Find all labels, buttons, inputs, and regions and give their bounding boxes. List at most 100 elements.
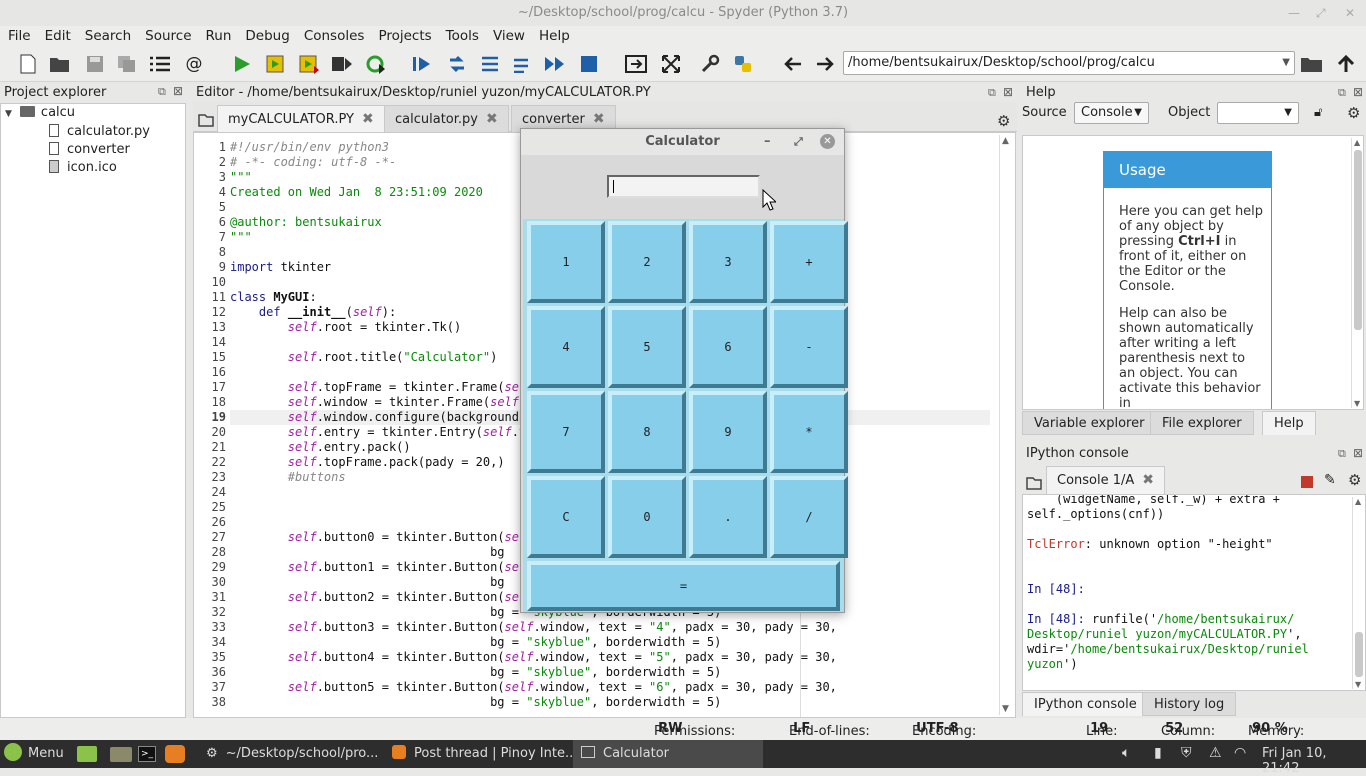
taskbar-item-firefox[interactable]: Post thread | Pinoy Inte...: [384, 740, 577, 768]
menu-projects[interactable]: Projects: [370, 26, 437, 46]
menu-edit[interactable]: Edit: [37, 26, 77, 46]
tab-console-1a[interactable]: Console 1/A ✖: [1046, 466, 1166, 494]
continue-icon[interactable]: [543, 53, 567, 75]
calc-button[interactable]: 5: [608, 306, 686, 388]
step-icon[interactable]: [445, 53, 469, 75]
volume-icon[interactable]: 🔈︎: [1122, 745, 1130, 761]
start-menu-button[interactable]: Menu: [4, 740, 64, 768]
close-tab-icon[interactable]: ✖: [593, 111, 605, 127]
run-cell-advance-icon[interactable]: [297, 53, 321, 75]
open-file-icon[interactable]: [48, 53, 72, 75]
calc-button[interactable]: 2: [608, 221, 686, 303]
chevron-down-icon[interactable]: ▼: [5, 109, 12, 119]
browse-tabs-icon[interactable]: [198, 113, 214, 131]
back-arrow-icon[interactable]: [781, 53, 805, 75]
calc-button[interactable]: /: [770, 476, 848, 558]
scroll-up-icon[interactable]: ▲: [1354, 138, 1360, 147]
chevron-down-icon[interactable]: ▼: [1284, 103, 1292, 123]
chevron-down-icon[interactable]: ▼: [1282, 52, 1290, 74]
menu-file[interactable]: File: [0, 26, 37, 46]
calc-button[interactable]: C: [527, 476, 605, 558]
rerun-icon[interactable]: [364, 53, 388, 75]
menu-tools[interactable]: Tools: [438, 26, 485, 46]
source-select[interactable]: Console ▼: [1074, 102, 1149, 124]
new-file-icon[interactable]: [16, 53, 40, 75]
close-pane-icon[interactable]: ⊠: [173, 84, 183, 98]
save-icon[interactable]: [83, 53, 107, 75]
close-tab-icon[interactable]: ✖: [362, 111, 374, 127]
tab-variable-explorer[interactable]: Variable explorer: [1022, 411, 1157, 435]
tab-calculator[interactable]: calculator.py ✖: [384, 105, 509, 132]
calculator-entry[interactable]: [607, 175, 760, 198]
run-selection-icon[interactable]: [330, 53, 354, 75]
help-scrollbar[interactable]: ▲ ▼: [1351, 138, 1363, 408]
close-icon[interactable]: ✕: [820, 134, 835, 149]
undock-icon[interactable]: ⧉: [1338, 447, 1346, 461]
menu-search[interactable]: Search: [77, 26, 137, 46]
browse-folder-icon[interactable]: [1300, 53, 1324, 75]
tree-root-calcu[interactable]: ▼ calcu: [5, 104, 75, 122]
menu-help[interactable]: Help: [531, 26, 576, 46]
calc-button[interactable]: 7: [527, 391, 605, 473]
maximize-pane-icon[interactable]: [624, 53, 648, 75]
file-manager-icon[interactable]: [110, 747, 132, 762]
undock-icon[interactable]: ⧉: [158, 85, 166, 99]
gear-icon[interactable]: ⚙: [1348, 471, 1361, 489]
tab-mycalculator[interactable]: myCALCULATOR.PY ✖: [217, 105, 385, 132]
close-pane-icon[interactable]: ⊠: [1003, 85, 1013, 99]
scroll-down-icon[interactable]: ▼: [1355, 680, 1361, 689]
forward-arrow-icon[interactable]: [813, 53, 837, 75]
parent-dir-arrow-icon[interactable]: [1334, 53, 1358, 75]
fullscreen-icon[interactable]: [659, 53, 683, 75]
tab-history-log[interactable]: History log: [1142, 692, 1237, 716]
clock[interactable]: Fri Jan 10, 21:42: [1262, 746, 1366, 776]
shield-icon[interactable]: ⛨: [1181, 745, 1192, 761]
python-path-icon[interactable]: [731, 53, 755, 75]
close-icon[interactable]: ✕: [1345, 0, 1355, 26]
object-input[interactable]: ▼: [1217, 102, 1299, 124]
warning-icon[interactable]: ⚠: [1209, 745, 1222, 761]
gear-icon[interactable]: ⚙: [997, 112, 1010, 130]
scroll-down-icon[interactable]: ▼: [1002, 704, 1009, 714]
scroll-thumb[interactable]: [1355, 632, 1363, 677]
working-directory-input[interactable]: /home/bentsukairux/Desktop/school/prog/c…: [843, 51, 1295, 75]
step-into-icon[interactable]: [478, 53, 502, 75]
scroll-up-icon[interactable]: ▲: [1355, 497, 1361, 506]
usb-icon[interactable]: ▮: [1154, 745, 1162, 761]
tree-file-calculator[interactable]: calculator.py: [49, 123, 150, 141]
menu-consoles[interactable]: Consoles: [296, 26, 371, 46]
calc-button[interactable]: 8: [608, 391, 686, 473]
equals-button[interactable]: =: [527, 561, 840, 611]
scroll-thumb[interactable]: [1354, 150, 1362, 330]
minimize-icon[interactable]: —: [1288, 0, 1300, 26]
wifi-icon[interactable]: ◠: [1234, 745, 1246, 761]
undock-icon[interactable]: ⧉: [1338, 86, 1346, 100]
calc-button[interactable]: .: [689, 476, 767, 558]
tab-ipython-console[interactable]: IPython console: [1022, 692, 1149, 716]
calc-button[interactable]: +: [770, 221, 848, 303]
close-pane-icon[interactable]: ⊠: [1353, 446, 1363, 460]
run-icon[interactable]: [230, 53, 254, 75]
menu-view[interactable]: View: [485, 26, 531, 46]
undock-icon[interactable]: ⧉: [988, 86, 996, 100]
scroll-down-icon[interactable]: ▼: [1354, 399, 1360, 408]
calc-button[interactable]: 1: [527, 221, 605, 303]
firefox-icon[interactable]: [165, 745, 185, 763]
tab-help[interactable]: Help: [1262, 411, 1316, 435]
calc-button[interactable]: 0: [608, 476, 686, 558]
debug-icon[interactable]: [410, 53, 434, 75]
calc-button[interactable]: -: [770, 306, 848, 388]
taskbar-item-spyder[interactable]: ⚙ ~/Desktop/school/pro...: [196, 740, 382, 768]
tree-file-icon-ico[interactable]: icon.ico: [49, 159, 117, 177]
close-tab-icon[interactable]: ✖: [486, 111, 498, 127]
ipython-console[interactable]: (widgetName, self._w) + extra + self._opt…: [1022, 494, 1366, 691]
console-scrollbar[interactable]: ▲ ▼: [1352, 497, 1364, 689]
maximize-icon[interactable]: ⤢: [794, 129, 803, 155]
calc-button[interactable]: *: [770, 391, 848, 473]
editor-scrollbar[interactable]: ▲ ▼: [999, 135, 1013, 715]
gear-icon[interactable]: ⚙: [1347, 104, 1360, 122]
save-all-icon[interactable]: [115, 53, 139, 75]
minimize-icon[interactable]: –: [764, 129, 771, 155]
run-cell-icon[interactable]: [264, 53, 288, 75]
menu-debug[interactable]: Debug: [237, 26, 295, 46]
